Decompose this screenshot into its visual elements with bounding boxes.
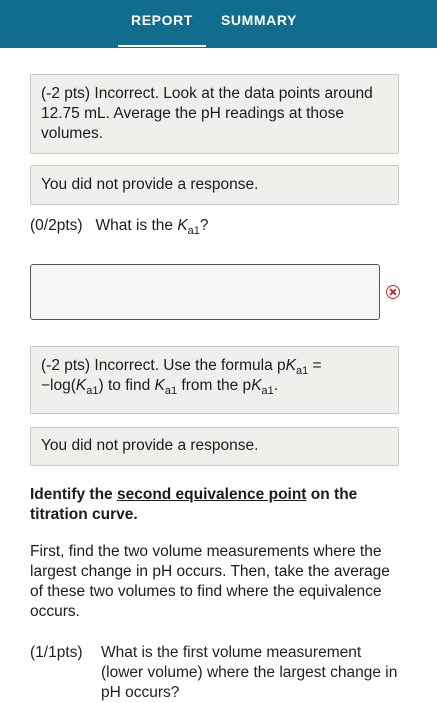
- feedback-box: (-2 pts) Incorrect. Use the formula pKa1…: [30, 346, 399, 414]
- feedback-box: You did not provide a response.: [30, 427, 399, 466]
- feedback-text: from the p: [177, 377, 252, 394]
- question-ka1: (0/2pts) What is the Ka1?: [30, 216, 209, 238]
- k-symbol: K: [154, 377, 165, 394]
- k-subscript: a1: [86, 385, 99, 398]
- feedback-text: (-2 pts) Incorrect. Look at the data poi…: [41, 85, 373, 142]
- k-symbol: K: [285, 357, 296, 374]
- tab-summary[interactable]: SUMMARY: [212, 0, 306, 48]
- section-heading: Identify the second equivalence point on…: [30, 485, 400, 525]
- k-subscript: a1: [164, 385, 178, 398]
- top-nav-bar: REPORT SUMMARY: [0, 0, 437, 48]
- heading-underlined-term: second equivalence point: [116, 486, 307, 503]
- k-symbol: K: [251, 377, 262, 394]
- k-subscript: a1: [261, 385, 274, 398]
- feedback-text: (-2 pts) Incorrect. Use the formula p: [41, 357, 286, 374]
- instruction-paragraph: First, find the two volume measurements …: [30, 543, 390, 620]
- question-text: What is the first volume measurement (lo…: [101, 644, 398, 701]
- question-score: (1/1pts): [30, 644, 83, 661]
- active-tab-indicator: [118, 45, 206, 47]
- k-symbol: K: [75, 377, 87, 394]
- feedback-text: ) to find: [98, 377, 155, 394]
- feedback-box: You did not provide a response.: [30, 165, 399, 205]
- k-subscript: a1: [187, 225, 200, 238]
- feedback-text: You did not provide a response.: [41, 437, 259, 454]
- tab-report[interactable]: REPORT: [118, 0, 206, 48]
- question-score: (0/2pts): [30, 217, 83, 234]
- feedback-box: (-2 pts) Incorrect. Look at the data poi…: [30, 74, 399, 154]
- k-symbol: K: [177, 217, 188, 234]
- feedback-text: You did not provide a response.: [41, 176, 259, 193]
- heading-text: Identify the: [30, 486, 117, 503]
- feedback-text: .: [273, 377, 279, 394]
- ka1-answer-input[interactable]: [30, 264, 380, 320]
- error-circle-x-icon: [386, 285, 400, 299]
- question-suffix: ?: [199, 217, 209, 234]
- k-subscript: a1: [295, 365, 309, 378]
- question-text: What is the: [95, 217, 174, 234]
